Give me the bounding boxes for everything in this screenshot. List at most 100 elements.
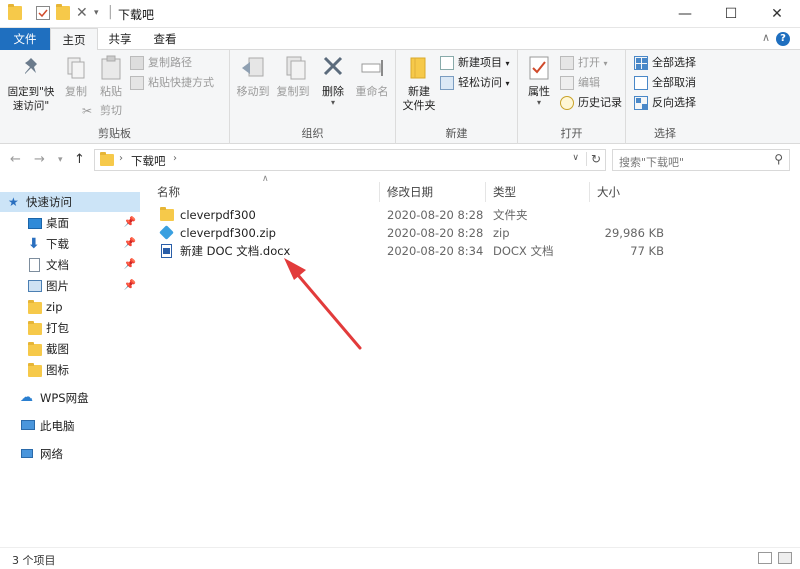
properties-check-icon (527, 54, 551, 82)
clipboard-group: 固定到"快速访问" 复制 粘贴 复制路径 粘贴快捷方式 ✂ 剪切 剪贴板 (0, 50, 230, 144)
recent-locations-icon[interactable]: ▾ (58, 155, 63, 165)
maximize-button[interactable]: ☐ (708, 0, 754, 28)
select-group-label: 选择 (654, 127, 676, 140)
folder-icon (160, 207, 174, 221)
nav-quick-access[interactable]: ★ 快速访问 (0, 192, 140, 212)
title-separator: | (108, 4, 113, 20)
column-header-size[interactable]: 大小 (590, 182, 660, 202)
delete-dropdown-icon[interactable]: ▾ (318, 99, 348, 107)
tab-file[interactable]: 文件 (0, 28, 50, 50)
open-button[interactable]: 打开 ▾ (558, 54, 608, 72)
table-row[interactable]: 新建 DOC 文档.docx 2020-08-20 8:34 DOCX 文档 7… (158, 242, 668, 260)
nav-wps-cloud[interactable]: ☁ WPS网盘 (0, 388, 140, 408)
nav-network[interactable]: 网络 (0, 444, 140, 464)
refresh-icon[interactable]: ↻ (585, 152, 601, 166)
copy-button[interactable]: 复制 (62, 54, 90, 99)
up-arrow-icon[interactable]: ↑ (74, 152, 85, 167)
nav-item-zip[interactable]: zip (0, 297, 140, 317)
status-bar: 3 个项目 (0, 547, 800, 569)
history-button[interactable]: 历史记录 (558, 94, 622, 112)
customize-toolbar-icon[interactable]: ▾ (94, 6, 108, 20)
new-item-dropdown-icon: ▾ (505, 59, 510, 68)
nav-item-icons[interactable]: 图标 (0, 360, 140, 380)
help-icon[interactable]: ? (776, 32, 790, 46)
copy-to-button[interactable]: 复制到 (274, 54, 312, 99)
rename-button[interactable]: 重命名 (352, 54, 392, 99)
address-bar[interactable]: › 下载吧 › ∨ ↻ (94, 149, 606, 171)
new-item-button[interactable]: 新建项目 ▾ (438, 54, 510, 72)
copy-icon (65, 54, 87, 82)
breadcrumb-chevron-icon[interactable]: › (173, 153, 177, 164)
column-header-name[interactable]: 名称 (150, 182, 380, 202)
easy-access-icon (440, 76, 454, 90)
forward-arrow-icon[interactable]: → (34, 152, 45, 167)
pin-quick-access-button[interactable]: 固定到"快速访问" (4, 54, 58, 113)
ribbon-collapse-icon[interactable]: ∧ (762, 31, 770, 44)
close-button[interactable]: ✕ (754, 0, 800, 28)
large-icons-view-icon[interactable] (778, 552, 792, 564)
organize-group-label: 组织 (301, 127, 324, 140)
delete-icon[interactable]: ✕ (76, 6, 90, 20)
nav-item-desktop[interactable]: 桌面 📌 (0, 213, 140, 233)
pin-icon[interactable]: 📌 (124, 255, 136, 275)
nav-item-pack[interactable]: 打包 (0, 318, 140, 338)
tab-view[interactable]: 查看 (142, 28, 188, 50)
breadcrumb-chevron-icon[interactable]: › (119, 153, 123, 164)
select-none-button[interactable]: 全部取消 (632, 74, 696, 92)
new-group: 新建 文件夹 新建项目 ▾ 轻松访问 ▾ 新建 (396, 50, 518, 144)
cloud-icon: ☁ (20, 390, 33, 405)
invert-selection-button[interactable]: 反向选择 (632, 94, 696, 112)
pin-icon[interactable]: 📌 (124, 213, 136, 233)
new-folder-icon (405, 54, 433, 82)
properties-icon[interactable] (36, 6, 50, 20)
edit-icon (560, 76, 574, 90)
nav-this-pc[interactable]: 此电脑 (0, 416, 140, 436)
folder-icon (28, 321, 42, 335)
cut-button[interactable]: ✂ 剪切 (80, 102, 122, 120)
tab-share[interactable]: 共享 (98, 28, 142, 50)
delete-button[interactable]: 删除 ▾ (318, 54, 348, 107)
minimize-button[interactable]: — (662, 0, 708, 28)
nav-item-screenshots[interactable]: 截图 (0, 339, 140, 359)
new-item-icon (440, 56, 454, 70)
new-folder-button[interactable]: 新建 文件夹 (398, 54, 440, 113)
nav-item-downloads[interactable]: ⬇ 下载 📌 (0, 234, 140, 254)
title-bar: ✕ ▾ | 下载吧 — ☐ ✕ (0, 0, 800, 28)
details-view-icon[interactable] (758, 552, 772, 564)
column-header-type[interactable]: 类型 (486, 182, 590, 202)
properties-dropdown-icon[interactable]: ▾ (524, 99, 554, 107)
breadcrumb-current[interactable]: 下载吧 (131, 153, 166, 169)
search-box[interactable]: 搜索"下载吧" ⚲ (612, 149, 790, 171)
back-arrow-icon[interactable]: ← (10, 152, 21, 167)
search-input[interactable]: 搜索"下载吧" (619, 154, 684, 170)
properties-button[interactable]: 属性 ▾ (524, 54, 554, 107)
column-header-date[interactable]: 修改日期 (380, 182, 486, 202)
new-folder-icon[interactable] (56, 4, 70, 20)
paste-shortcut-button[interactable]: 粘贴快捷方式 (128, 74, 214, 92)
ribbon: 固定到"快速访问" 复制 粘贴 复制路径 粘贴快捷方式 ✂ 剪切 剪贴板 移动到… (0, 50, 800, 144)
table-row[interactable]: cleverpdf300 2020-08-20 8:28 文件夹 (158, 206, 668, 224)
easy-access-button[interactable]: 轻松访问 ▾ (438, 74, 510, 92)
edit-button[interactable]: 编辑 (558, 74, 600, 92)
pin-icon[interactable]: 📌 (124, 276, 136, 296)
open-dropdown-icon: ▾ (603, 59, 608, 68)
nav-item-pictures[interactable]: 图片 📌 (0, 276, 140, 296)
nav-item-documents[interactable]: 文档 📌 (0, 255, 140, 275)
rename-icon (358, 54, 386, 82)
paste-button[interactable]: 粘贴 (96, 54, 126, 99)
table-row[interactable]: cleverpdf300.zip 2020-08-20 8:28 zip 29,… (158, 224, 668, 242)
ribbon-tabs: 文件 主页 共享 查看 (0, 28, 800, 51)
paste-shortcut-icon (130, 76, 144, 90)
search-icon[interactable]: ⚲ (774, 152, 783, 166)
address-folder-icon (100, 152, 114, 166)
move-to-button[interactable]: 移动到 (234, 54, 272, 99)
select-group: 全部选择 全部取消 反向选择 选择 (626, 50, 704, 144)
tab-home[interactable]: 主页 (50, 28, 98, 51)
select-all-button[interactable]: 全部选择 (632, 54, 696, 72)
select-none-icon (634, 76, 648, 90)
pin-icon[interactable]: 📌 (124, 234, 136, 254)
select-all-icon (634, 56, 648, 70)
address-dropdown-icon[interactable]: ∨ (572, 153, 579, 163)
organize-group: 移动到 复制到 删除 ▾ 重命名 组织 (230, 50, 396, 144)
copy-path-button[interactable]: 复制路径 (128, 54, 192, 72)
